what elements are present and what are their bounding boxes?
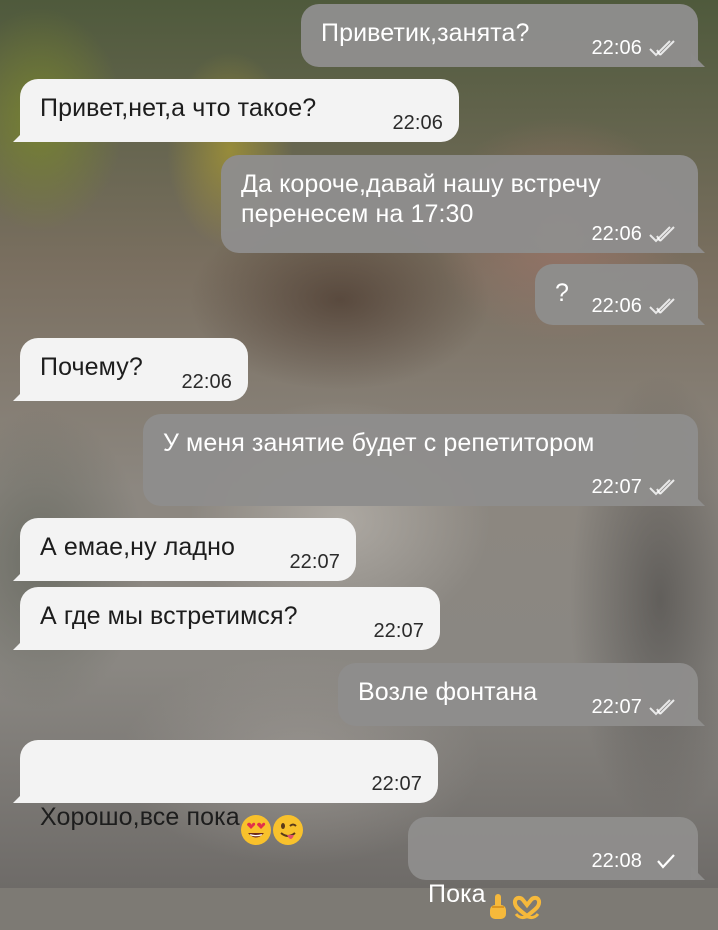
message-text: Привет,нет,а что такое? bbox=[40, 94, 317, 122]
message-text: Пока bbox=[428, 831, 680, 930]
message-bubble-outgoing[interactable]: Пока 22:08 bbox=[408, 817, 698, 920]
winking-tongue-emoji bbox=[272, 784, 304, 853]
heart-hands-emoji bbox=[510, 861, 544, 930]
double-check-icon bbox=[648, 698, 682, 716]
message-text: А где мы встретимся? bbox=[40, 602, 298, 630]
message-meta: 22:07 bbox=[373, 620, 424, 642]
message-bubble-outgoing[interactable]: Да короче,давай нашу встречу перенесем н… bbox=[221, 155, 698, 253]
message-meta: 22:06 bbox=[591, 223, 682, 245]
message-meta: 22:07 bbox=[289, 551, 340, 573]
message-time: 22:07 bbox=[371, 773, 422, 795]
message-text: Хорошо,все пока bbox=[40, 754, 420, 853]
message-time: 22:06 bbox=[181, 371, 232, 393]
message-time: 22:07 bbox=[591, 476, 642, 498]
message-time: 22:08 bbox=[591, 850, 642, 872]
double-check-icon bbox=[648, 478, 682, 496]
message-meta: 22:08 bbox=[591, 850, 682, 872]
message-list[interactable]: Приветик,занята? 22:06 Привет,нет,а что … bbox=[0, 0, 718, 920]
message-bubble-outgoing[interactable]: У меня занятие будет с репетитором 22:07 bbox=[143, 414, 698, 506]
message-meta: 22:06 bbox=[591, 37, 682, 59]
message-meta: 22:07 bbox=[591, 696, 682, 718]
message-bubble-incoming[interactable]: А где мы встретимся? 22:07 bbox=[20, 587, 440, 650]
message-time: 22:06 bbox=[392, 112, 443, 134]
double-check-icon bbox=[648, 297, 682, 315]
message-meta: 22:07 bbox=[371, 773, 422, 795]
message-bubble-incoming[interactable]: А емае,ну ладно 22:07 bbox=[20, 518, 356, 581]
message-bubble-outgoing[interactable]: Приветик,занята? 22:06 bbox=[301, 4, 698, 67]
message-bubble-incoming[interactable]: Хорошо,все пока 22:07 bbox=[20, 740, 438, 845]
middle-finger-emoji bbox=[486, 861, 510, 930]
heart-eyes-emoji bbox=[240, 784, 272, 853]
message-meta: 22:07 bbox=[591, 476, 682, 498]
message-time: 22:07 bbox=[373, 620, 424, 642]
message-bubble-outgoing[interactable]: ? 22:06 bbox=[535, 264, 698, 325]
single-check-icon bbox=[648, 852, 682, 870]
message-time: 22:07 bbox=[591, 696, 642, 718]
double-check-icon bbox=[648, 225, 682, 243]
message-text-content: Пока bbox=[428, 880, 486, 909]
message-meta: 22:06 bbox=[181, 371, 232, 393]
message-text: У меня занятие будет с репетитором bbox=[163, 429, 595, 457]
message-text-content: Хорошо,все пока bbox=[40, 803, 240, 832]
message-bubble-incoming[interactable]: Привет,нет,а что такое? 22:06 bbox=[20, 79, 459, 142]
message-time: 22:06 bbox=[591, 37, 642, 59]
message-bubble-outgoing[interactable]: Возле фонтана 22:07 bbox=[338, 663, 698, 726]
message-bubble-incoming[interactable]: Почему? 22:06 bbox=[20, 338, 248, 401]
message-time: 22:07 bbox=[289, 551, 340, 573]
double-check-icon bbox=[648, 39, 682, 57]
message-time: 22:06 bbox=[591, 295, 642, 317]
message-time: 22:06 bbox=[591, 223, 642, 245]
message-meta: 22:06 bbox=[591, 295, 682, 317]
message-text: Да короче,давай нашу встречу перенесем н… bbox=[241, 170, 601, 228]
message-meta: 22:06 bbox=[392, 112, 443, 134]
